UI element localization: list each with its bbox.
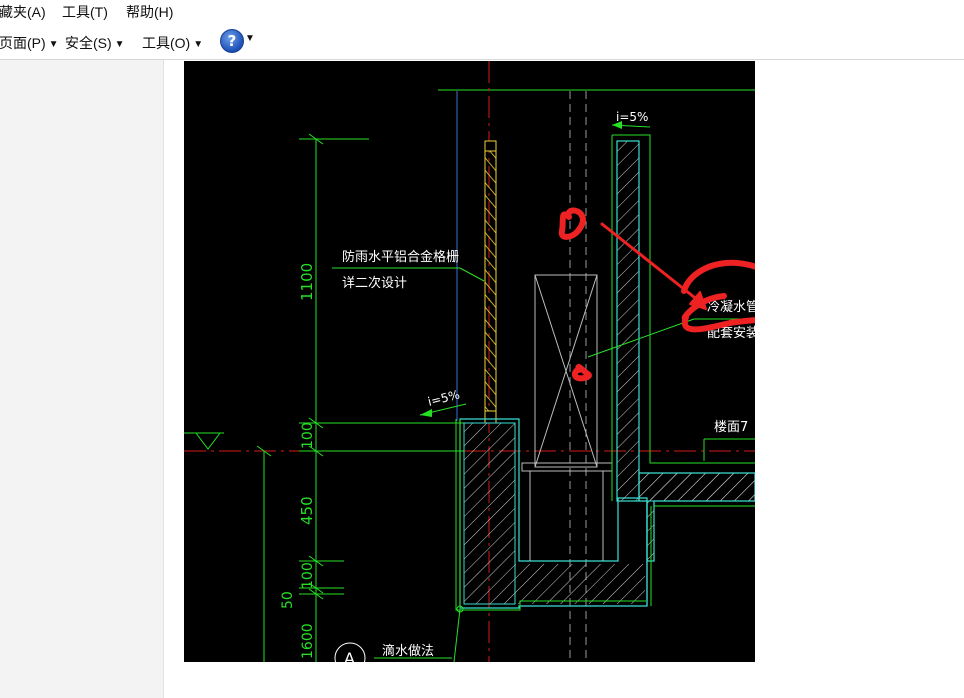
menu-favorites[interactable]: 藏夹(A) (0, 2, 46, 22)
tools-menu-button[interactable]: 工具(O) ▼ (142, 33, 203, 53)
tools-menu-label: 工具(O) (142, 35, 191, 51)
dim-1100: 1100 (298, 263, 316, 301)
safety-menu-label: 安全(S) (65, 35, 112, 51)
slope-top: i=5% (616, 110, 648, 124)
section-marker: A (344, 649, 355, 662)
help-icon[interactable]: ? (220, 29, 244, 53)
cad-drawing-image: 1100 100 450 100 50 1600 防雨水平铝合金格栅 详二次设计… (184, 61, 755, 662)
page-menu-label: 页面(P) (0, 35, 46, 51)
menu-help[interactable]: 帮助(H) (126, 2, 173, 22)
dim-450: 450 (298, 496, 316, 525)
dim-1600: 1600 (300, 623, 316, 659)
menu-tools[interactable]: 工具(T) (62, 2, 108, 22)
chevron-down-icon: ▼ (193, 39, 204, 50)
note-grille-line2: 详二次设计 (342, 275, 407, 291)
command-bar: 页面(P) ▼ 安全(S) ▼ 工具(O) ▼ ? ▼ (0, 24, 964, 60)
floor-label: 楼面7 (714, 420, 748, 435)
menu-bar: 藏夹(A) 工具(T) 帮助(H) (0, 0, 964, 24)
help-dropdown-chevron-icon[interactable]: ▼ (245, 33, 255, 44)
page-menu-button[interactable]: 页面(P) ▼ (0, 33, 59, 53)
drip-label: 滴水做法 (382, 643, 434, 659)
dim-100-lower: 100 (300, 562, 316, 589)
left-pane (0, 60, 164, 698)
slope-left: i=5% (426, 387, 461, 408)
dim-50: 50 (280, 591, 296, 609)
chevron-down-icon: ▼ (114, 39, 125, 50)
note-pipe-line1: 冷凝水管 (707, 299, 755, 315)
safety-menu-button[interactable]: 安全(S) ▼ (65, 33, 125, 53)
note-grille-line1: 防雨水平铝合金格栅 (342, 249, 459, 265)
chevron-down-icon: ▼ (48, 39, 59, 50)
dim-100-upper: 100 (300, 422, 316, 449)
